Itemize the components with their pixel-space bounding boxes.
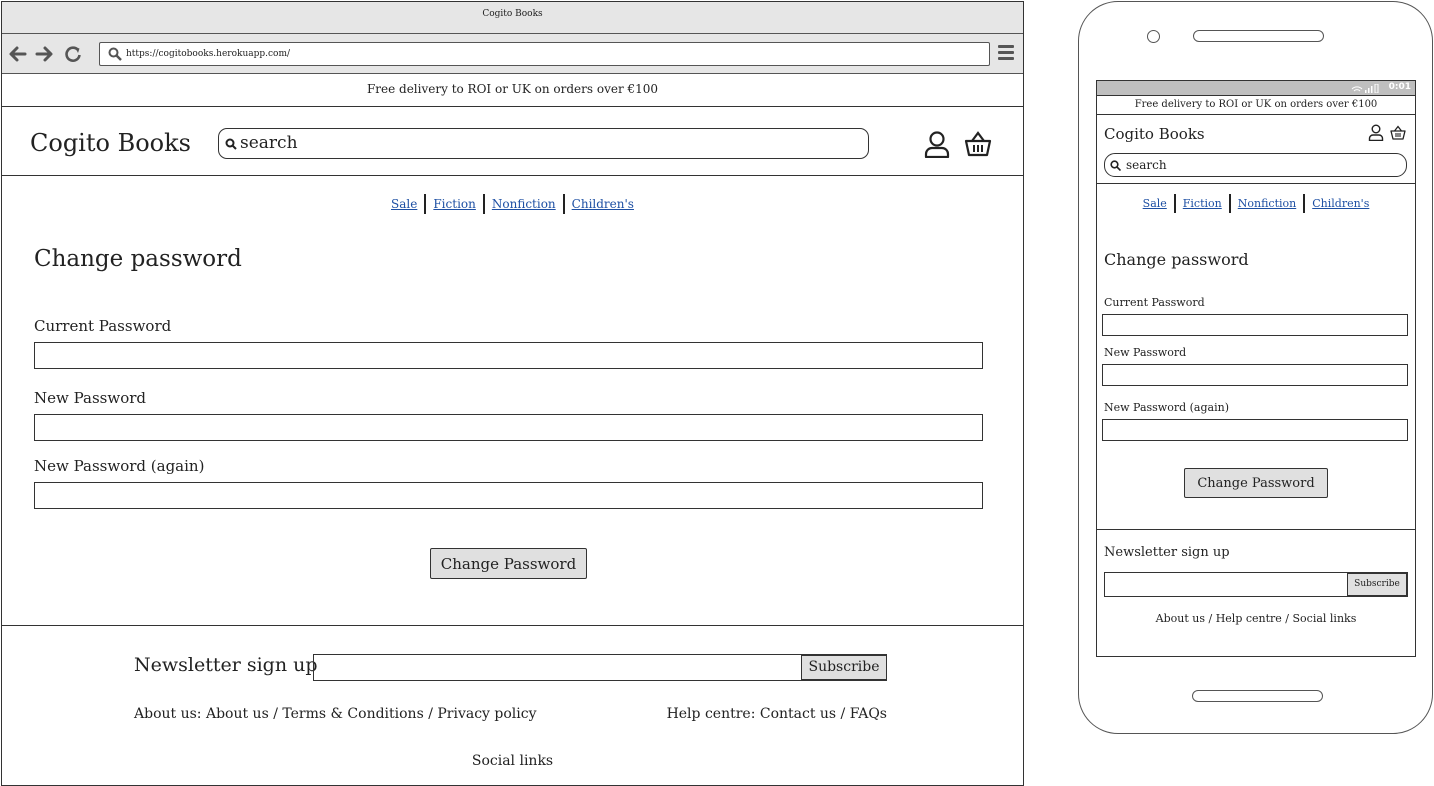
mobile-search-input[interactable]: search	[1104, 153, 1407, 177]
search-placeholder: search	[240, 133, 298, 153]
mobile-new-password-input[interactable]	[1102, 364, 1408, 386]
basket-icon[interactable]	[964, 131, 992, 157]
new-password-label: New Password	[34, 389, 147, 407]
reload-icon[interactable]	[63, 44, 83, 64]
nav-sale[interactable]: Sale	[1136, 197, 1174, 210]
status-bar: 0:01	[1097, 81, 1415, 96]
user-icon[interactable]	[1368, 124, 1384, 141]
url-text: https://cogitobooks.herokuapp.com/	[126, 49, 291, 59]
signal-icon	[1351, 84, 1379, 93]
mobile-footer: Newsletter sign up Subscribe About us / …	[1097, 530, 1415, 650]
current-password-label: Current Password	[34, 317, 172, 335]
mobile-newsletter-title: Newsletter sign up	[1104, 545, 1230, 560]
nav-nonfiction[interactable]: Nonfiction	[485, 197, 563, 211]
mobile-phone-frame: 0:01 Free delivery to ROI or UK on order…	[1078, 1, 1433, 734]
search-icon	[225, 138, 237, 150]
nav-childrens[interactable]: Children's	[565, 197, 641, 211]
user-icon[interactable]	[923, 130, 951, 158]
status-time: 0:01	[1388, 82, 1411, 92]
nav-fiction[interactable]: Fiction	[1176, 197, 1229, 210]
delivery-banner: Free delivery to ROI or UK on orders ove…	[2, 74, 1023, 107]
new-password-again-label: New Password (again)	[34, 457, 205, 475]
speaker-grille	[1193, 30, 1324, 42]
mobile-footer-links[interactable]: About us / Help centre / Social links	[1097, 612, 1415, 625]
basket-icon[interactable]	[1390, 125, 1406, 140]
back-arrow-icon[interactable]	[8, 44, 28, 64]
social-links[interactable]: Social links	[2, 753, 1023, 769]
mobile-current-password-label: Current Password	[1104, 296, 1205, 309]
camera-icon	[1147, 30, 1160, 43]
window-title: Cogito Books	[2, 2, 1023, 34]
site-logo[interactable]: Cogito Books	[30, 129, 191, 157]
subscribe-button[interactable]: Subscribe	[801, 655, 887, 680]
newsletter-title: Newsletter sign up	[134, 654, 318, 676]
mobile-page-title: Change password	[1104, 250, 1249, 269]
category-nav: Sale Fiction Nonfiction Children's	[2, 176, 1023, 214]
mobile-main-content: Sale Fiction Nonfiction Children's Change p…	[1097, 184, 1415, 530]
mobile-current-password-input[interactable]	[1102, 314, 1408, 336]
mobile-header: Cogito Books search	[1097, 115, 1415, 184]
help-links[interactable]: Help centre: Contact us / FAQs	[667, 706, 887, 722]
mobile-new-password-label: New Password	[1104, 346, 1187, 359]
about-links[interactable]: About us: About us / Terms & Conditions …	[134, 706, 537, 722]
home-button[interactable]	[1192, 690, 1323, 702]
menu-icon[interactable]	[998, 45, 1014, 63]
new-password-input[interactable]	[34, 414, 983, 441]
search-icon	[108, 47, 122, 61]
forward-arrow-icon[interactable]	[34, 44, 54, 64]
mobile-screen: 0:01 Free delivery to ROI or UK on order…	[1096, 80, 1416, 657]
current-password-input[interactable]	[34, 342, 983, 369]
site-footer: Newsletter sign up Subscribe About us: A…	[2, 625, 1023, 786]
mobile-new-password-again-input[interactable]	[1102, 419, 1408, 441]
mobile-subscribe-button[interactable]: Subscribe	[1347, 573, 1407, 596]
mobile-category-nav: Sale Fiction Nonfiction Children's	[1097, 184, 1415, 213]
change-password-button[interactable]: Change Password	[430, 548, 587, 579]
mobile-search-placeholder: search	[1126, 158, 1167, 172]
mobile-site-logo[interactable]: Cogito Books	[1104, 125, 1205, 143]
address-bar[interactable]: https://cogitobooks.herokuapp.com/	[99, 42, 990, 66]
nav-fiction[interactable]: Fiction	[426, 197, 483, 211]
mobile-new-password-again-label: New Password (again)	[1104, 401, 1229, 414]
mobile-change-password-button[interactable]: Change Password	[1184, 468, 1328, 498]
nav-nonfiction[interactable]: Nonfiction	[1231, 197, 1303, 210]
nav-sale[interactable]: Sale	[384, 197, 424, 211]
new-password-again-input[interactable]	[34, 482, 983, 509]
desktop-browser-window: Cogito Books https://cogitobooks.herokua…	[1, 1, 1024, 786]
main-content: Sale Fiction Nonfiction Children's Change p…	[2, 176, 1023, 625]
nav-childrens[interactable]: Children's	[1305, 197, 1376, 210]
search-input[interactable]: search	[218, 128, 869, 159]
browser-toolbar: https://cogitobooks.herokuapp.com/	[2, 34, 1023, 74]
page-title: Change password	[34, 246, 242, 272]
mobile-delivery-banner: Free delivery to ROI or UK on orders ove…	[1097, 96, 1415, 115]
search-icon	[1110, 160, 1121, 171]
site-header: Cogito Books search	[2, 107, 1023, 176]
